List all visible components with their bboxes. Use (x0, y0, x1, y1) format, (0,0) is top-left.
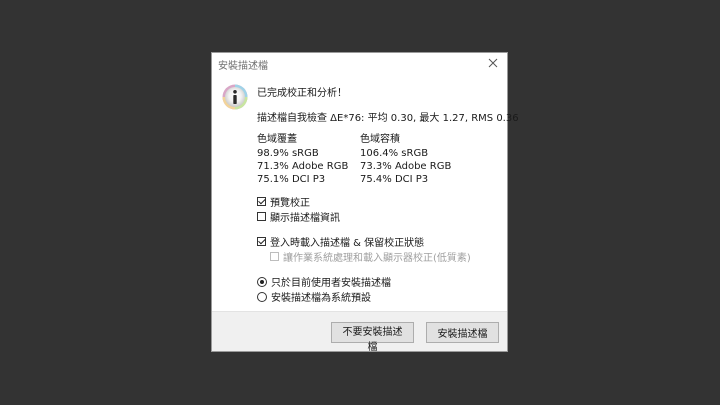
preview-calibration-label: 預覽校正 (270, 198, 310, 209)
load-on-login-label: 登入時載入描述檔 & 保留校正狀態 (270, 238, 425, 249)
os-handle-calibration-checkbox: 讓作業系統處理和載入顯示器校正(低質素) (270, 250, 471, 264)
self-check-summary: 描述檔自我檢查 ΔE*76: 平均 0.30, 最大 1.27, RMS 0.3… (257, 113, 519, 124)
install-profile-dialog: 安裝描述檔 已完成校正和分析！ 描述檔自我檢查 ΔE*76: 平均 0.30, … (211, 52, 519, 353)
dont-install-button[interactable]: 不要安裝描述檔 (331, 322, 414, 353)
install-current-user-radio[interactable]: 只於目前使用者安裝描述檔 (257, 275, 391, 289)
load-on-login-checkbox[interactable]: 登入時載入描述檔 & 保留校正狀態 (257, 235, 425, 249)
gamut-volume-label: 色域容積 (360, 134, 400, 145)
os-handle-calibration-label: 讓作業系統處理和載入顯示器校正(低質素) (283, 253, 471, 264)
coverage-srgb: 98.9% sRGB (257, 148, 319, 159)
install-system-default-radio[interactable]: 安裝描述檔為系統預設 (257, 290, 371, 304)
checkbox-box[interactable] (257, 212, 266, 221)
volume-adobe-rgb: 73.3% Adobe RGB (360, 161, 452, 172)
gamut-volume: 色域容積 106.4% sRGB 73.3% Adobe RGB 75.4% D… (360, 133, 451, 186)
radio-button[interactable] (257, 276, 267, 287)
checkbox-box[interactable] (257, 197, 266, 206)
install-system-default-label: 安裝描述檔為系統預設 (271, 293, 371, 304)
checkbox-box[interactable] (257, 237, 266, 246)
close-icon[interactable] (485, 55, 501, 71)
gamut-coverage-label: 色域覆蓋 (257, 134, 297, 145)
window-title: 安裝描述檔 (218, 61, 268, 72)
info-icon (222, 84, 248, 110)
gamut-coverage: 色域覆蓋 98.9% sRGB 71.3% Adobe RGB 75.1% DC… (257, 133, 348, 186)
volume-srgb: 106.4% sRGB (360, 148, 429, 159)
coverage-adobe-rgb: 71.3% Adobe RGB (257, 161, 349, 172)
show-profile-info-label: 顯示描述檔資訊 (270, 213, 340, 224)
checkbox-box (270, 252, 279, 261)
install-profile-button[interactable]: 安裝描述檔 (426, 322, 499, 343)
coverage-dci-p3: 75.1% DCI P3 (257, 174, 326, 185)
volume-dci-p3: 75.4% DCI P3 (360, 174, 429, 185)
completion-heading: 已完成校正和分析！ (257, 88, 347, 99)
radio-button[interactable] (257, 291, 267, 302)
install-current-user-label: 只於目前使用者安裝描述檔 (271, 278, 391, 289)
title-bar: 安裝描述檔 (212, 53, 507, 75)
preview-calibration-checkbox[interactable]: 預覽校正 (257, 195, 310, 209)
button-bar: 不要安裝描述檔 安裝描述檔 (212, 311, 507, 353)
show-profile-info-checkbox[interactable]: 顯示描述檔資訊 (257, 210, 340, 224)
